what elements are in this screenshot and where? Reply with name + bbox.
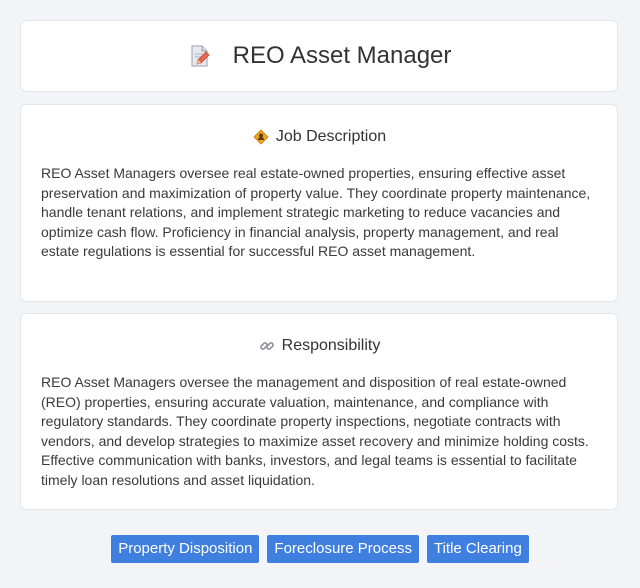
document-pencil-icon <box>187 43 213 69</box>
tag-property-disposition[interactable]: Property Disposition <box>111 535 260 563</box>
section-text: REO Asset Managers oversee the managemen… <box>41 374 589 488</box>
job-description-card: Job Description REO Asset Managers overs… <box>20 104 618 302</box>
title-card: REO Asset Manager <box>20 20 618 92</box>
link-icon <box>258 337 276 355</box>
tag-foreclosure-process[interactable]: Foreclosure Process <box>267 535 419 563</box>
responsibility-header: Responsibility <box>41 336 597 356</box>
page-title: REO Asset Manager <box>232 42 452 69</box>
section-title: Responsibility <box>281 337 381 354</box>
tag-title-clearing[interactable]: Title Clearing <box>426 535 529 563</box>
section-title: Job Description <box>275 128 387 145</box>
responsibility-card: Responsibility REO Asset Managers overse… <box>20 313 618 510</box>
worker-badge-icon <box>252 128 270 146</box>
job-description-header: Job Description <box>41 127 597 147</box>
section-text: REO Asset Managers oversee real estate-o… <box>41 165 591 259</box>
tag-list: Property Disposition Foreclosure Process… <box>0 535 640 563</box>
